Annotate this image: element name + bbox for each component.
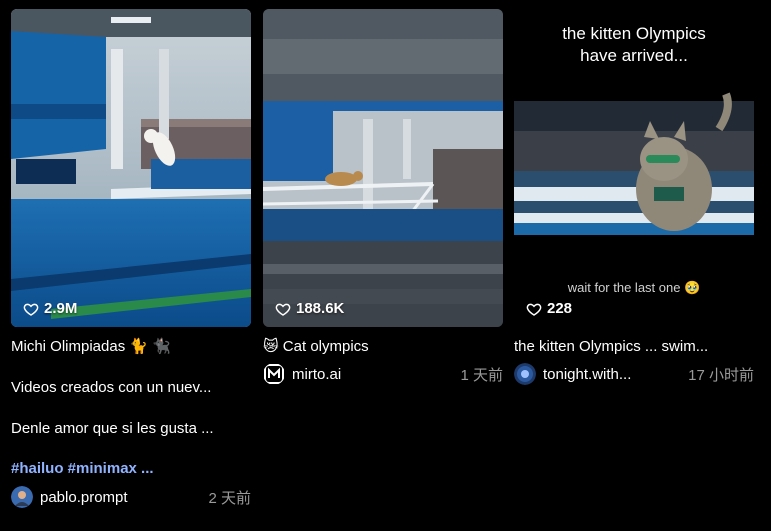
overlay-headline: the kitten Olympics have arrived...: [514, 23, 754, 67]
hashtags[interactable]: #hailuo #minimax ...: [11, 460, 251, 477]
video-title[interactable]: 😿 Cat olympics: [263, 337, 503, 356]
heart-icon: [526, 303, 542, 316]
video-thumbnail[interactable]: 2.9M: [11, 9, 251, 327]
like-count: 188.6K: [275, 300, 344, 317]
like-count: 2.9M: [23, 300, 77, 317]
avatar[interactable]: [514, 363, 536, 385]
author-name[interactable]: pablo.prompt: [40, 489, 208, 506]
video-card[interactable]: the kitten Olympics have arrived... wait…: [514, 9, 754, 386]
video-title[interactable]: Michi Olimpiadas 🐈 🐈‍⬛: [11, 337, 251, 356]
video-thumbnail[interactable]: the kitten Olympics have arrived... wait…: [514, 9, 754, 327]
heart-icon: [275, 303, 291, 316]
avatar[interactable]: [263, 363, 285, 385]
overlay-headline-text: the kitten Olympics have arrived...: [562, 24, 706, 65]
avatar[interactable]: [11, 486, 33, 508]
video-description-line: Videos creados con un nuev...: [11, 379, 212, 396]
author-row[interactable]: tonight.with... 17 小时前: [514, 362, 754, 386]
video-card[interactable]: 2.9M Michi Olimpiadas 🐈 🐈‍⬛ Videos cread…: [11, 9, 251, 509]
like-count: 228: [526, 300, 572, 317]
video-grid: 2.9M Michi Olimpiadas 🐈 🐈‍⬛ Videos cread…: [0, 0, 771, 531]
video-thumbnail[interactable]: 188.6K: [263, 9, 503, 327]
overlay-caption: wait for the last one 🥹: [567, 280, 701, 295]
post-time: 1 天前: [460, 366, 503, 384]
author-row[interactable]: pablo.prompt 2 天前: [11, 485, 251, 509]
post-time: 17 小时前: [688, 366, 754, 384]
video-title[interactable]: the kitten Olympics ... swim...: [514, 337, 754, 356]
like-count-text: 228: [547, 300, 573, 317]
author-name[interactable]: tonight.with...: [543, 366, 688, 383]
like-count-text: 188.6K: [296, 300, 345, 317]
video-card[interactable]: 188.6K 😿 Cat olympics mirto.ai 1 天前: [263, 9, 503, 386]
like-count-text: 2.9M: [44, 300, 78, 317]
author-row[interactable]: mirto.ai 1 天前: [263, 362, 503, 386]
diving-pool-image: [11, 9, 251, 327]
video-description-line: Denle amor que si les gusta ...: [11, 420, 214, 437]
author-name[interactable]: mirto.ai: [292, 366, 460, 383]
post-time: 2 天前: [208, 489, 251, 507]
cat-diving-image: [263, 9, 503, 327]
heart-icon: [23, 303, 39, 316]
